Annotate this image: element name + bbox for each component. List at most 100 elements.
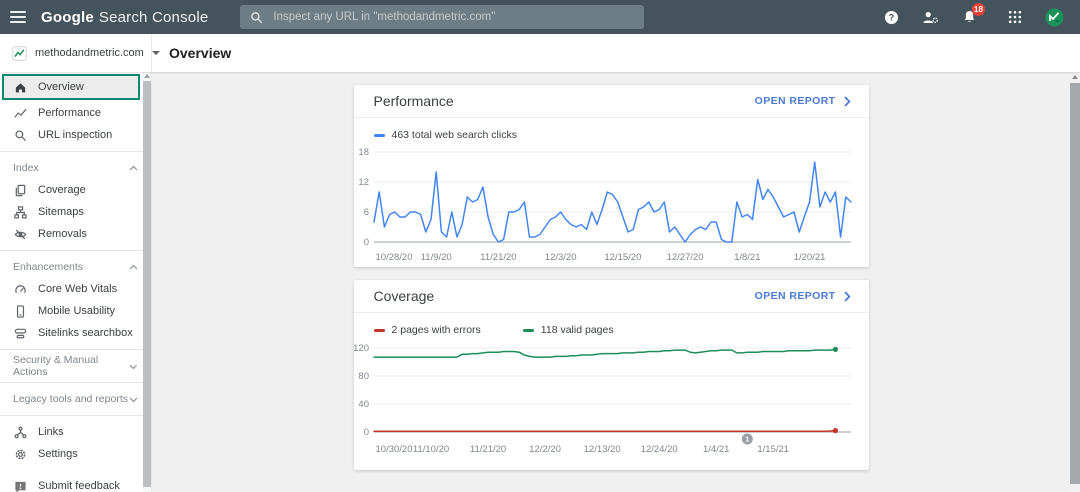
sidebar-section-enhancements[interactable]: Enhancements [0, 256, 151, 278]
legend-dash-clicks [373, 133, 385, 137]
notification-badge: 18 [972, 3, 985, 16]
sidebar-item-removals[interactable]: Removals [0, 223, 151, 245]
svg-text:10/28/20: 10/28/20 [375, 252, 412, 263]
sidebar-item-core-web-vitals[interactable]: Core Web Vitals [0, 278, 151, 300]
sidebar-item-settings[interactable]: Settings [0, 443, 151, 465]
property-selector[interactable]: methodandmetric.com [0, 34, 160, 72]
sidebar-item-label: Links [38, 426, 64, 438]
svg-text:11/21/20: 11/21/20 [469, 444, 505, 455]
svg-text:12: 12 [358, 177, 369, 188]
svg-text:1/15/21: 1/15/21 [757, 444, 789, 455]
svg-text:0: 0 [363, 427, 368, 438]
svg-text:1/20/21: 1/20/21 [793, 252, 825, 263]
sidebar-item-submit-feedback[interactable]: Submit feedback [0, 475, 151, 492]
search-input[interactable] [273, 11, 635, 23]
divider [0, 382, 151, 383]
sidebar-section-security[interactable]: Security & Manual Actions [0, 354, 151, 378]
home-icon [13, 80, 27, 94]
coverage-line-chart[interactable]: 0 40 80 120 10/30/20 11/10/20 11/21/20 12/2/20 1… [354, 340, 854, 470]
sidebar-item-label: Removals [38, 228, 87, 240]
svg-text:12/13/20: 12/13/20 [583, 444, 620, 455]
sidebar-section-index[interactable]: Index [0, 157, 151, 179]
legend-label: 118 valid pages [540, 324, 614, 336]
tree-icon [13, 205, 27, 219]
gear-icon [13, 447, 27, 461]
chevron-up-icon [129, 165, 138, 170]
performance-card: Performance OPEN REPORT 463 total web se… [353, 85, 869, 267]
coverage-card: Coverage OPEN REPORT 2 pages with errors… [353, 280, 869, 470]
help-icon[interactable]: ? [884, 10, 899, 25]
chevron-down-icon [129, 397, 138, 402]
sidebar-item-label: Performance [38, 107, 101, 119]
svg-text:40: 40 [358, 399, 369, 410]
sub-header: methodandmetric.com Overview [0, 34, 1080, 72]
user-settings-icon[interactable] [922, 10, 939, 25]
sidebar-scrollbar[interactable] [143, 72, 151, 492]
speedometer-icon [13, 282, 27, 296]
searchbox-rows-icon [13, 326, 27, 340]
sidebar-item-label: Sitemaps [38, 206, 84, 218]
legend-label: 463 total web search clicks [391, 129, 517, 141]
overview-content: Performance OPEN REPORT 463 total web se… [152, 72, 1070, 492]
scroll-up-arrow[interactable] [144, 74, 150, 78]
chevron-down-icon [129, 364, 138, 369]
open-report-label: OPEN REPORT [754, 95, 836, 107]
svg-text:120: 120 [354, 343, 369, 354]
sidebar-section-legacy[interactable]: Legacy tools and reports [0, 388, 151, 410]
svg-text:18: 18 [358, 147, 369, 158]
scroll-up-arrow[interactable] [1072, 75, 1078, 79]
page-title-area: Overview [152, 34, 231, 72]
section-label: Security & Manual Actions [13, 354, 99, 378]
account-avatar[interactable] [1045, 8, 1064, 27]
notifications-bell-icon[interactable]: 18 [962, 3, 985, 25]
sidebar-item-label: Overview [38, 81, 84, 93]
chevron-up-icon [129, 264, 138, 269]
section-label: Enhancements [13, 261, 84, 273]
menu-icon[interactable] [10, 11, 26, 23]
divider [0, 415, 151, 416]
pages-icon [13, 183, 27, 197]
svg-text:12/2/20: 12/2/20 [529, 444, 561, 455]
smartphone-icon [13, 304, 27, 318]
sidebar-item-coverage[interactable]: Coverage [0, 179, 151, 201]
content-scrollbar[interactable] [1070, 72, 1080, 492]
brand-google: Google [41, 8, 94, 26]
chevron-right-icon [843, 95, 851, 107]
sidebar-item-mobile-usability[interactable]: Mobile Usability [0, 300, 151, 322]
divider [0, 349, 151, 350]
sidebar-item-overview[interactable]: Overview [2, 74, 140, 100]
top-app-bar: Google Search Console ? [0, 0, 1080, 34]
scrollbar-thumb[interactable] [143, 81, 151, 487]
performance-legend: 463 total web search clicks [354, 118, 869, 141]
card-title: Performance [373, 93, 454, 109]
url-inspect-searchbox[interactable] [240, 5, 645, 29]
svg-text:12/24/20: 12/24/20 [640, 444, 677, 455]
svg-text:12/15/20: 12/15/20 [604, 252, 641, 263]
svg-text:1: 1 [745, 435, 749, 444]
coverage-open-report-link[interactable]: OPEN REPORT [755, 290, 851, 302]
svg-text:0: 0 [363, 237, 368, 248]
feedback-icon [13, 479, 27, 492]
sidebar-item-label: Core Web Vitals [38, 283, 118, 295]
sidebar-nav: Overview Performance URL inspection Inde… [0, 72, 152, 492]
search-console-property-icon [12, 45, 27, 61]
svg-text:80: 80 [358, 371, 369, 382]
performance-line-chart[interactable]: 0 6 12 18 10/28/20 11/9/20 11/21/20 12/3/20 12/1… [354, 145, 854, 267]
line-chart-icon [13, 106, 27, 120]
scrollbar-thumb[interactable] [1070, 83, 1080, 484]
google-apps-grid-icon[interactable] [1008, 10, 1022, 24]
sidebar-item-url-inspection[interactable]: URL inspection [0, 124, 151, 146]
sidebar-item-performance[interactable]: Performance [0, 102, 151, 124]
app-logo[interactable]: Google Search Console [41, 9, 208, 26]
divider [0, 250, 151, 251]
legend-dash-errors [373, 328, 385, 332]
card-title: Coverage [373, 288, 435, 304]
sidebar-item-sitelinks-searchbox[interactable]: Sitelinks searchbox [0, 322, 151, 344]
sidebar-item-label: Coverage [38, 184, 86, 196]
sidebar-item-links[interactable]: Links [0, 421, 151, 443]
performance-open-report-link[interactable]: OPEN REPORT [755, 95, 851, 107]
sidebar-item-sitemaps[interactable]: Sitemaps [0, 201, 151, 223]
legend-dash-valid [522, 328, 534, 332]
svg-text:1/4/21: 1/4/21 [702, 444, 728, 455]
topbar-actions: ? 18 [884, 3, 1068, 27]
